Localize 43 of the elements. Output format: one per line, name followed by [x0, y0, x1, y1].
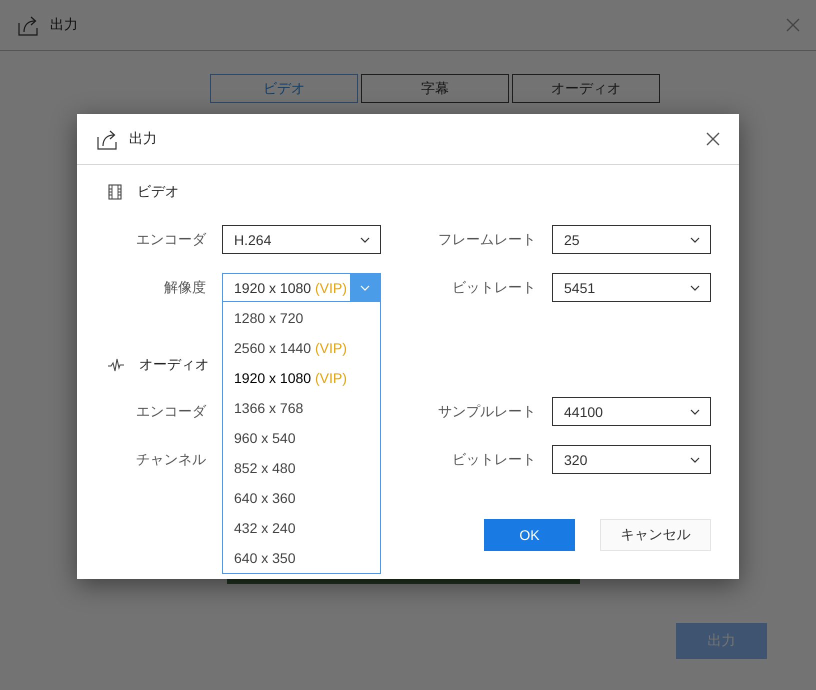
chevron-down-icon	[360, 236, 370, 242]
close-icon	[706, 132, 720, 146]
film-icon	[108, 184, 122, 200]
export-icon	[97, 128, 117, 150]
tab[interactable]: 字幕	[361, 74, 509, 103]
ok-button[interactable]: OK	[484, 519, 575, 551]
field-label: エンコーダ	[135, 230, 206, 248]
field-label: サンプルレート	[437, 402, 536, 420]
field-label: フレームレート	[437, 230, 536, 248]
dropdown-option[interactable]: 2560 x 1440 (VIP)	[223, 333, 380, 363]
window-title: 出力	[50, 16, 79, 34]
section-title: オーディオ	[139, 356, 209, 374]
dropdown-option[interactable]: 640 x 360	[223, 483, 380, 513]
field-label: ビットレート	[451, 278, 536, 296]
chevron-down-icon	[690, 408, 700, 414]
close-icon	[786, 18, 800, 32]
dropdown[interactable]: 44100	[552, 397, 711, 426]
tab[interactable]: オーディオ	[512, 74, 660, 103]
dropdown-option[interactable]: 852 x 480	[223, 453, 380, 483]
export-icon	[18, 14, 38, 36]
field-label: ビットレート	[451, 450, 536, 468]
dropdown[interactable]: 1920 x 1080 (VIP)	[222, 273, 381, 302]
chevron-down-icon	[690, 236, 700, 242]
dropdown-option[interactable]: 1920 x 1080 (VIP)	[223, 363, 380, 393]
dropdown-option[interactable]: 432 x 240	[223, 513, 380, 543]
chevron-down-icon	[360, 284, 370, 290]
dropdown[interactable]: 25	[552, 225, 711, 254]
field-label: 解像度	[163, 278, 206, 296]
dropdown-option[interactable]: 1366 x 768	[223, 393, 380, 423]
dropdown[interactable]: H.264	[222, 225, 381, 254]
chevron-down-icon	[690, 456, 700, 462]
dialog-title: 出力	[129, 130, 158, 148]
dropdown-option[interactable]: 640 x 350	[223, 543, 380, 573]
cancel-button[interactable]: キャンセル	[600, 519, 711, 551]
dropdown-option[interactable]: 1280 x 720	[223, 303, 380, 333]
field-label: エンコーダ	[135, 402, 206, 420]
dropdown[interactable]: 320	[552, 445, 711, 474]
dropdown[interactable]: 5451	[552, 273, 711, 302]
field-label: チャンネル	[135, 450, 206, 468]
dropdown-option[interactable]: 960 x 540	[223, 423, 380, 453]
waveform-icon	[108, 358, 124, 372]
chevron-down-icon	[690, 284, 700, 290]
section-title: ビデオ	[137, 183, 179, 201]
